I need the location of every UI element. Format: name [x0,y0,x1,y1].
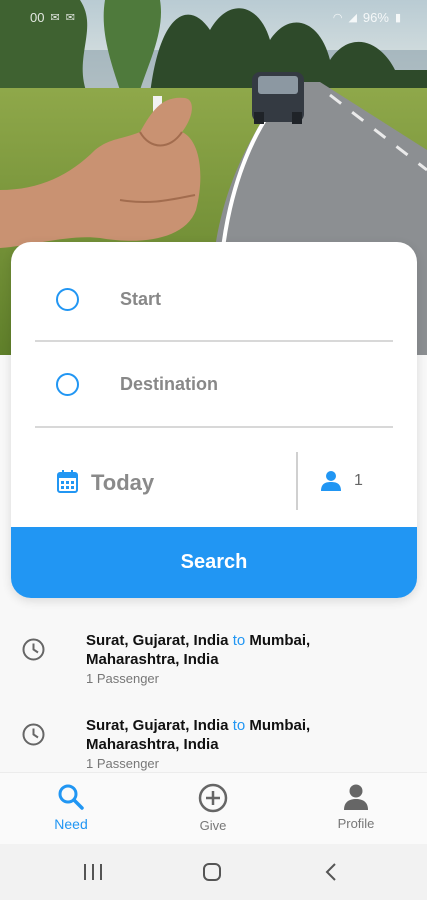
route-text: Surat, Gujarat, India to Mumbai, Maharas… [86,716,386,754]
route-from: Surat, Gujarat, India [86,717,229,734]
date-selector[interactable]: Today [91,470,154,496]
status-left: 00 ✉ ✉ [30,10,75,25]
wifi-icon: ◠ [332,11,343,24]
clock-icon [22,723,45,746]
person-icon[interactable] [320,470,342,492]
nav-give-label: Give [199,818,227,833]
clock-icon [22,638,45,661]
home-icon[interactable] [200,860,224,884]
start-location-field[interactable]: Start [11,256,417,342]
search-icon [58,784,84,810]
vertical-divider [296,452,298,510]
start-label: Start [120,288,162,309]
calendar-icon[interactable] [57,470,78,493]
mail-icon: ✉ [65,11,75,24]
system-nav-bar [0,844,427,900]
status-right: ◠ ◢ 96% ▮ [333,10,401,25]
nav-profile-label: Profile [337,816,375,831]
status-time: 00 [30,9,45,25]
route-connector: to [232,717,246,734]
route-from: Surat, Gujarat, India [86,632,229,649]
destination-radio-icon [56,372,79,396]
start-radio-icon [56,287,79,311]
passenger-count[interactable]: 1 [354,472,363,490]
profile-icon [344,784,368,810]
search-button[interactable]: Search [11,527,417,598]
recent-search-item[interactable]: Surat, Gujarat, India to Mumbai, Maharas… [0,628,427,708]
recents-icon[interactable] [81,860,105,884]
nav-give[interactable]: Give [163,783,263,839]
destination-label: Destination [120,373,219,394]
route-connector: to [232,632,246,649]
passenger-info: 1 Passenger [86,756,159,771]
passenger-info: 1 Passenger [86,671,159,686]
mail-icon: ✉ [50,11,60,24]
route-text: Surat, Gujarat, India to Mumbai, Maharas… [86,631,386,669]
signal-icon: ◢ [348,11,357,24]
date-passenger-row: Today 1 [11,442,417,522]
add-circle-icon [198,783,228,813]
battery-level: 96% [362,9,389,25]
nav-need-label: Need [54,816,88,832]
back-icon[interactable] [320,860,344,884]
destination-location-field[interactable]: Destination [11,341,417,427]
battery-icon: ▮ [394,11,401,24]
status-bar: 00 ✉ ✉ ◠ ◢ 96% ▮ [0,0,427,34]
nav-profile[interactable]: Profile [306,783,406,839]
nav-need[interactable]: Need [21,783,121,839]
divider [35,426,393,428]
search-card: Start Destination Today 1 Search [11,242,417,598]
bottom-nav: Need Give Profile [0,772,427,844]
